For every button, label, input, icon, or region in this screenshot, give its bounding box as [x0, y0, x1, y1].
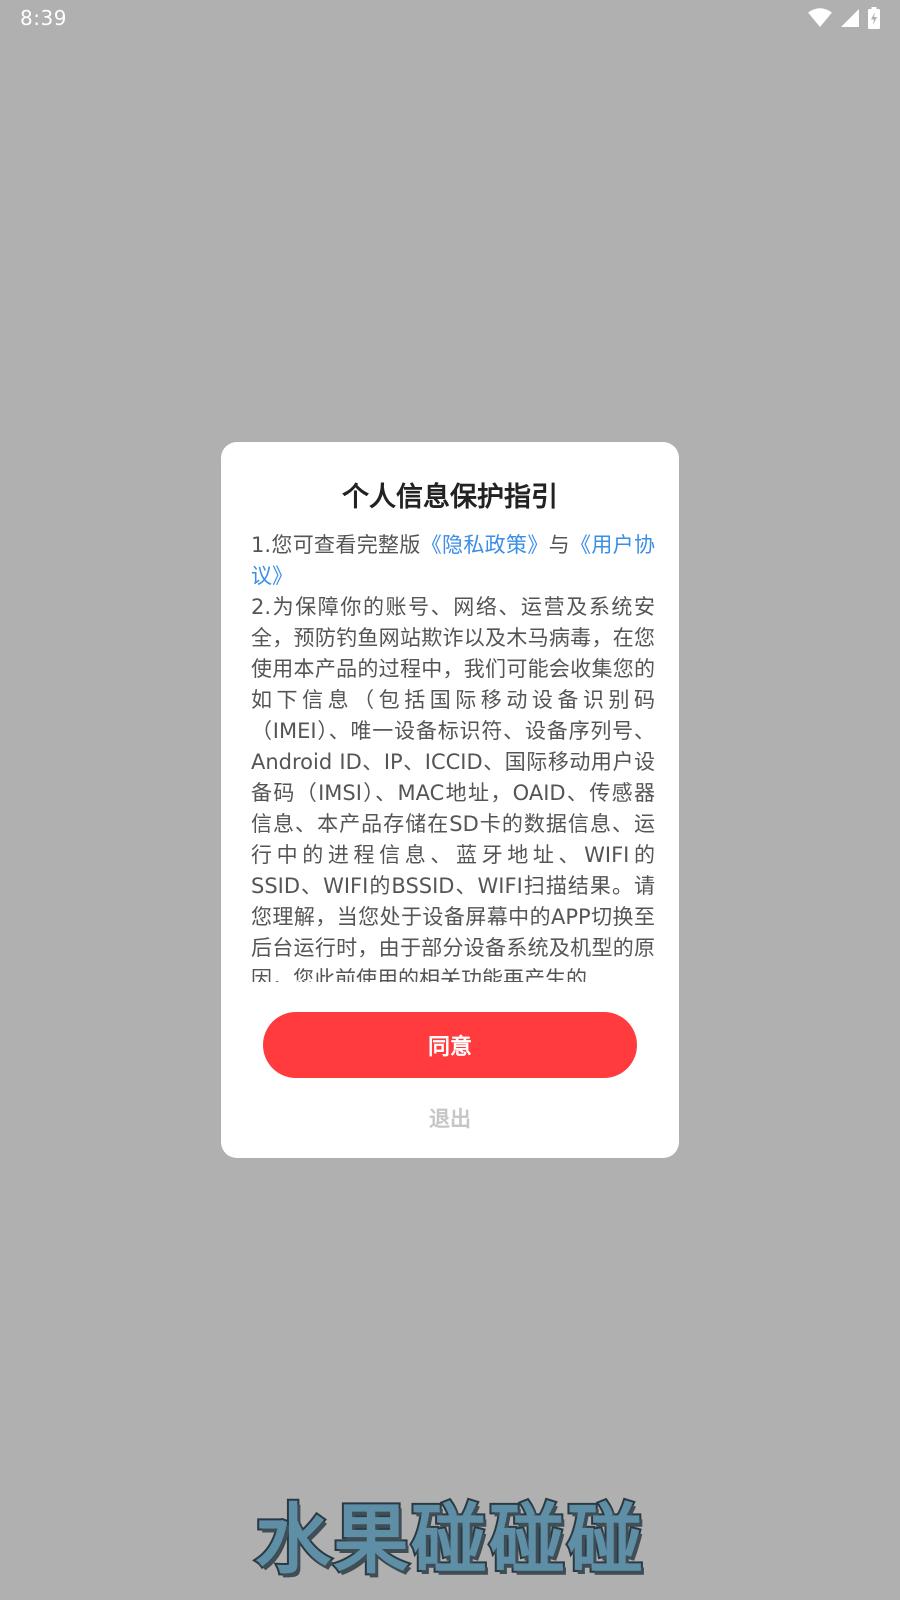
dialog-title: 个人信息保护指引 [342, 482, 558, 513]
battery-charging-icon [868, 7, 880, 29]
policy-text: 1.您可查看完整版《隐私政策》与《用户协议》 2.为保障你的账号、网络、运营及系… [251, 530, 655, 982]
privacy-dialog: 个人信息保护指引 1.您可查看完整版《隐私政策》与《用户协议》 2.为保障你的账… [221, 442, 679, 1158]
policy-text-area[interactable]: 1.您可查看完整版《隐私政策》与《用户协议》 2.为保障你的账号、网络、运营及系… [251, 530, 655, 982]
agree-button[interactable]: 同意 [263, 1012, 637, 1078]
privacy-policy-link[interactable]: 《隐私政策》 [421, 533, 549, 557]
policy-line-1-prefix: 1.您可查看完整版 [251, 533, 421, 557]
policy-line-1: 1.您可查看完整版《隐私政策》与《用户协议》 [251, 530, 655, 592]
exit-button[interactable]: 退出 [221, 1098, 679, 1138]
status-icons [808, 6, 880, 30]
status-time: 8:39 [20, 6, 67, 30]
policy-line-1-connector: 与 [548, 533, 571, 557]
app-logo-text: 水果碰碰碰 [253, 1493, 645, 1586]
wifi-icon [808, 8, 832, 28]
policy-line-2: 2.为保障你的账号、网络、运营及系统安全，预防钓鱼网站欺诈以及木马病毒，在您使用… [251, 595, 655, 982]
status-bar: 8:39 [0, 0, 900, 36]
cellular-signal-icon [840, 8, 860, 28]
app-logo: 水果碰碰碰 [0, 1488, 900, 1586]
